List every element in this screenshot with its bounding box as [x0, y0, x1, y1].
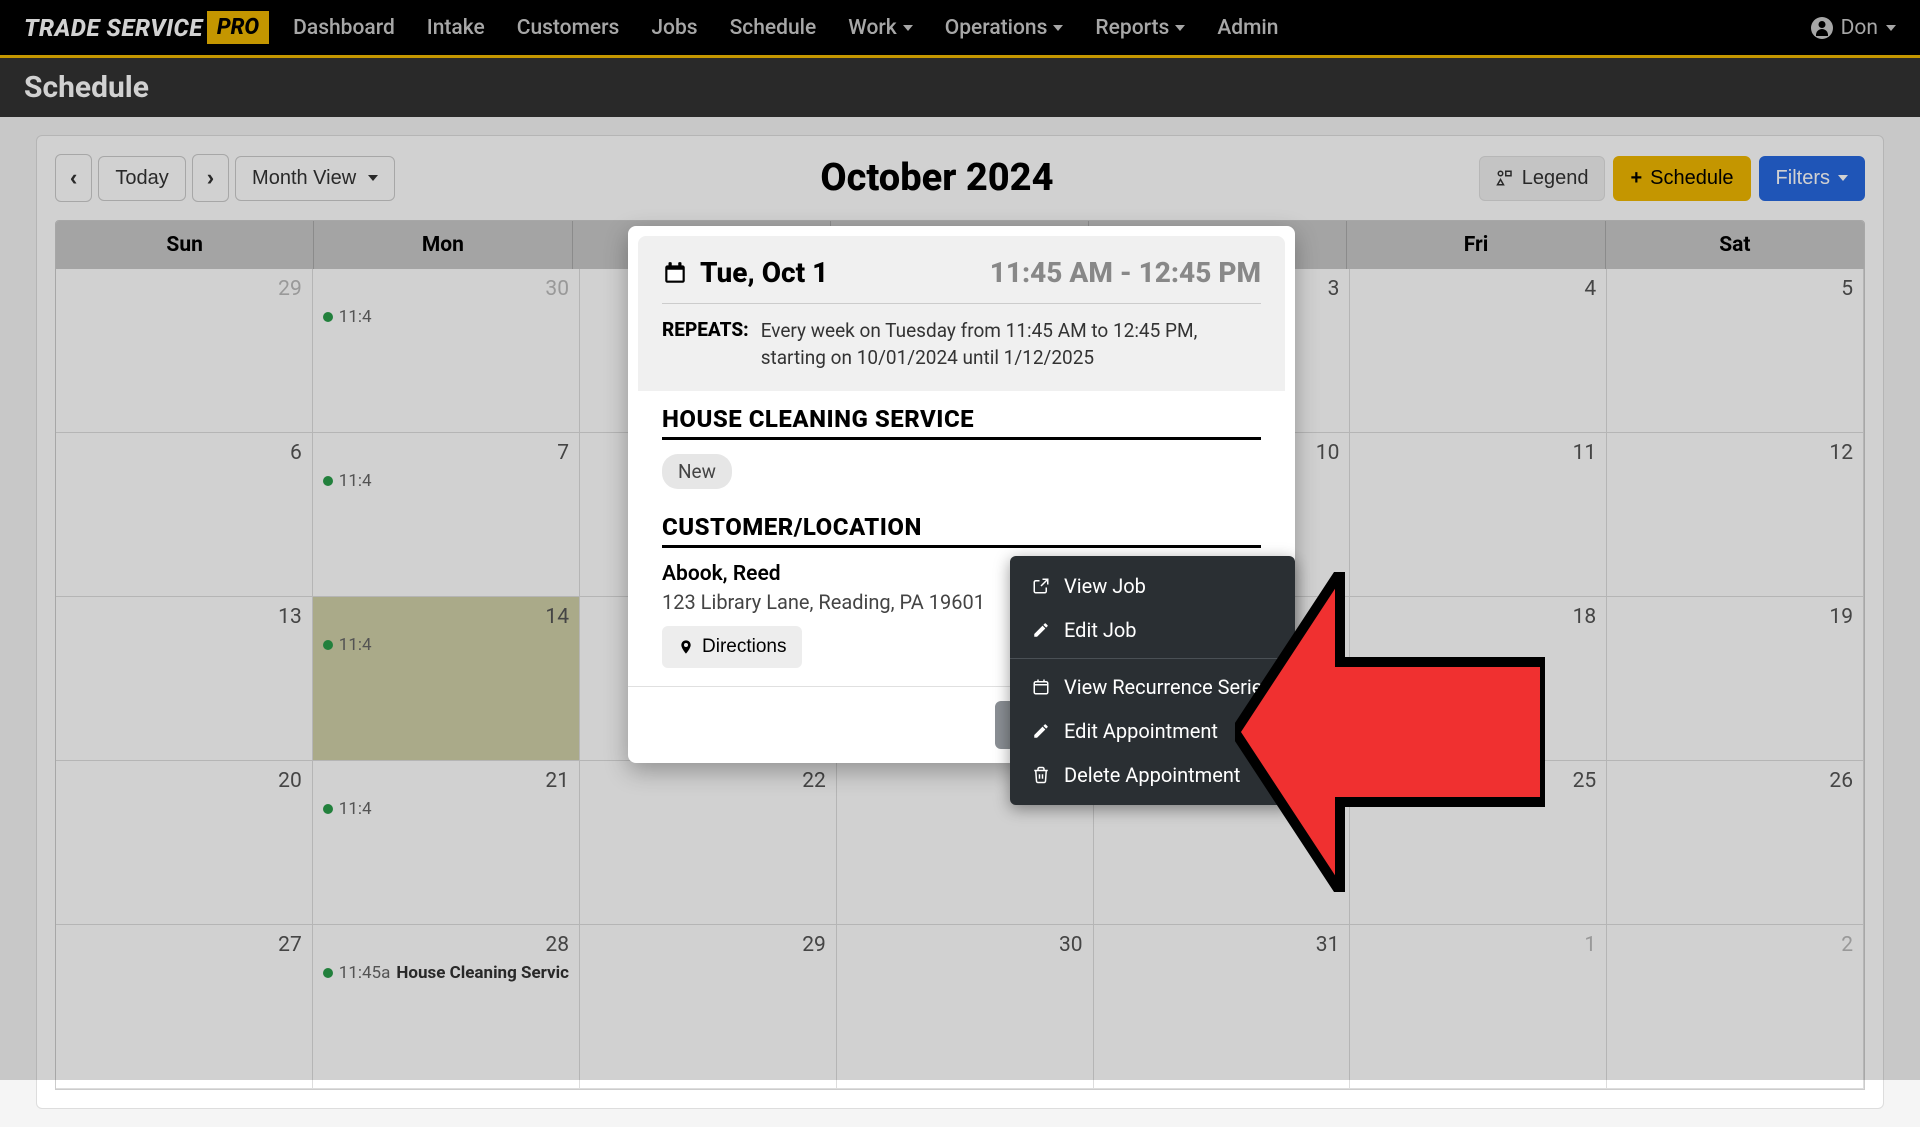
popover-time: 11:45 AM - 12:45 PM — [990, 256, 1261, 289]
customer-section-title: CUSTOMER/LOCATION — [662, 513, 1261, 548]
popover-header: Tue, Oct 1 11:45 AM - 12:45 PM REPEATS: … — [638, 236, 1285, 391]
popover-date: Tue, Oct 1 — [700, 256, 978, 289]
popover-head-row: Tue, Oct 1 11:45 AM - 12:45 PM — [662, 256, 1261, 304]
status-badge: New — [662, 454, 732, 489]
calendar-icon — [662, 260, 688, 286]
repeats-text: Every week on Tuesday from 11:45 AM to 1… — [761, 318, 1261, 371]
service-title: HOUSE CLEANING SERVICE — [662, 405, 1261, 440]
annotation-arrow — [1235, 572, 1545, 892]
pin-icon — [678, 637, 694, 657]
directions-button[interactable]: Directions — [662, 626, 802, 668]
popover-repeats: REPEATS: Every week on Tuesday from 11:4… — [662, 318, 1261, 371]
repeats-label: REPEATS: — [662, 318, 749, 371]
